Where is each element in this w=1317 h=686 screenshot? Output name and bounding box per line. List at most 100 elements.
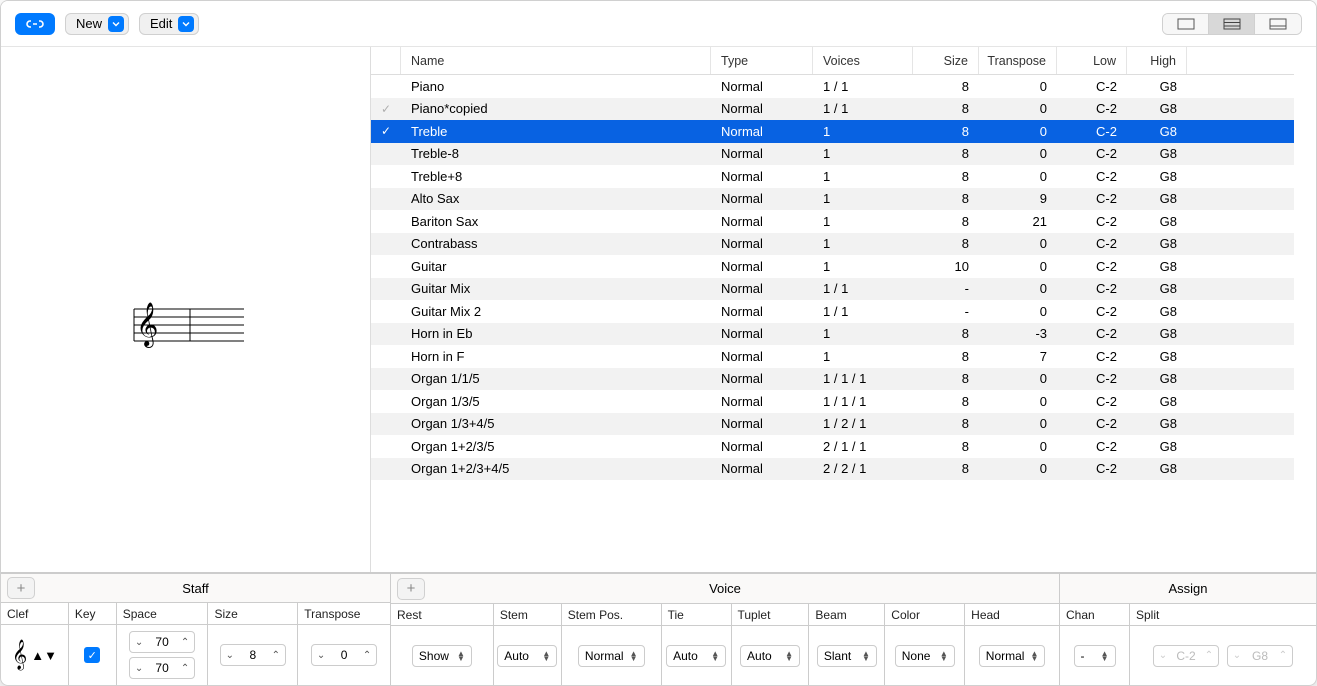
col-voices[interactable]: Voices xyxy=(813,47,913,74)
assign-section: Assign Chan Split - ▲▼ ⌄ C-2 ⌃ xyxy=(1060,574,1316,685)
table-row[interactable]: Organ 1+2/3/5Normal2 / 1 / 180C-2G8 xyxy=(371,435,1294,458)
table-row[interactable]: Alto SaxNormal189C-2G8 xyxy=(371,188,1294,211)
link-button[interactable] xyxy=(15,13,55,35)
cell-high: G8 xyxy=(1127,439,1187,454)
stempos-popup[interactable]: Normal▲▼ xyxy=(578,645,645,667)
chevron-up-icon[interactable]: ⌃ xyxy=(358,650,376,661)
cell-transpose: -3 xyxy=(979,326,1057,341)
cell-transpose: 0 xyxy=(979,439,1057,454)
staff-col-key: Key xyxy=(69,603,117,624)
head-popup[interactable]: Normal▲▼ xyxy=(979,645,1046,667)
table-row[interactable]: Organ 1/3+4/5Normal1 / 2 / 180C-2G8 xyxy=(371,413,1294,436)
cell-transpose: 9 xyxy=(979,191,1057,206)
new-button[interactable]: New xyxy=(65,13,129,35)
table-row[interactable]: GuitarNormal1100C-2G8 xyxy=(371,255,1294,278)
cell-low: C-2 xyxy=(1057,304,1127,319)
col-high[interactable]: High xyxy=(1127,47,1187,74)
cell-transpose: 0 xyxy=(979,416,1057,431)
col-name[interactable]: Name xyxy=(401,47,711,74)
chevron-down-icon xyxy=(178,16,194,32)
table-row[interactable]: Treble-8Normal180C-2G8 xyxy=(371,143,1294,166)
table-row[interactable]: Guitar MixNormal1 / 1-0C-2G8 xyxy=(371,278,1294,301)
table-row[interactable]: Organ 1+2/3+4/5Normal2 / 2 / 180C-2G8 xyxy=(371,458,1294,481)
cell-high: G8 xyxy=(1127,101,1187,116)
cell-transpose: 0 xyxy=(979,124,1057,139)
staff-title: Staff xyxy=(1,581,390,596)
cell-high: G8 xyxy=(1127,124,1187,139)
view-bottom-button[interactable] xyxy=(1255,14,1301,34)
cell-voices: 1 / 2 / 1 xyxy=(813,416,913,431)
split-high-stepper[interactable]: ⌄ G8 ⌃ xyxy=(1227,645,1293,667)
cell-name: Organ 1+2/3+4/5 xyxy=(401,461,711,476)
chan-popup[interactable]: - ▲▼ xyxy=(1074,645,1116,667)
chevron-down-icon[interactable]: ⌄ xyxy=(130,637,148,648)
voice-col-stempos: Stem Pos. xyxy=(562,604,662,625)
key-checkbox[interactable]: ✓ xyxy=(84,647,100,663)
tie-popup[interactable]: Auto▲▼ xyxy=(666,645,726,667)
col-type[interactable]: Type xyxy=(711,47,813,74)
cell-voices: 1 xyxy=(813,146,913,161)
chevron-up-icon[interactable]: ⌃ xyxy=(1274,650,1292,661)
treble-clef-icon: 𝄞 xyxy=(12,640,27,671)
space-top-stepper[interactable]: ⌄ 70 ⌃ xyxy=(129,631,195,653)
cell-name: Piano*copied xyxy=(401,101,711,116)
cell-transpose: 0 xyxy=(979,169,1057,184)
cell-low: C-2 xyxy=(1057,169,1127,184)
table-row[interactable]: Guitar Mix 2Normal1 / 1-0C-2G8 xyxy=(371,300,1294,323)
cell-size: 8 xyxy=(913,79,979,94)
rest-popup[interactable]: Show▲▼ xyxy=(412,645,472,667)
cell-type: Normal xyxy=(711,236,813,251)
table-row[interactable]: Organ 1/1/5Normal1 / 1 / 180C-2G8 xyxy=(371,368,1294,391)
table-row[interactable]: Horn in FNormal187C-2G8 xyxy=(371,345,1294,368)
chevron-down-icon[interactable]: ⌄ xyxy=(130,663,148,674)
table-row[interactable]: Horn in EbNormal18-3C-2G8 xyxy=(371,323,1294,346)
space-bottom-stepper[interactable]: ⌄ 70 ⌃ xyxy=(129,657,195,679)
cell-voices: 1 xyxy=(813,191,913,206)
col-size[interactable]: Size xyxy=(913,47,979,74)
table-row[interactable]: ContrabassNormal180C-2G8 xyxy=(371,233,1294,256)
chevron-down-icon[interactable]: ⌄ xyxy=(1154,650,1172,661)
chevron-up-icon[interactable]: ⌃ xyxy=(267,650,285,661)
chevron-up-icon[interactable]: ⌃ xyxy=(1200,650,1218,661)
col-transpose[interactable]: Transpose xyxy=(979,47,1057,74)
clef-select[interactable]: 𝄞 ▲▼ xyxy=(11,639,58,672)
cell-high: G8 xyxy=(1127,281,1187,296)
col-low[interactable]: Low xyxy=(1057,47,1127,74)
cell-transpose: 0 xyxy=(979,304,1057,319)
cell-name: Guitar Mix 2 xyxy=(401,304,711,319)
cell-voices: 1 / 1 xyxy=(813,281,913,296)
cell-size: 8 xyxy=(913,236,979,251)
cell-size: 8 xyxy=(913,439,979,454)
chevron-down-icon[interactable]: ⌄ xyxy=(221,650,239,661)
color-popup[interactable]: None▲▼ xyxy=(895,645,955,667)
size-stepper[interactable]: ⌄ 8 ⌃ xyxy=(220,644,286,666)
voice-add-button[interactable]: + xyxy=(397,578,425,600)
cell-high: G8 xyxy=(1127,416,1187,431)
cell-transpose: 0 xyxy=(979,461,1057,476)
table-row[interactable]: Bariton SaxNormal1821C-2G8 xyxy=(371,210,1294,233)
chevron-down-icon[interactable]: ⌄ xyxy=(1228,650,1246,661)
transpose-stepper[interactable]: ⌄ 0 ⌃ xyxy=(311,644,377,666)
table-row[interactable]: PianoNormal1 / 180C-2G8 xyxy=(371,75,1294,98)
staff-add-button[interactable]: + xyxy=(7,577,35,599)
cell-name: Organ 1/3/5 xyxy=(401,394,711,409)
view-single-button[interactable] xyxy=(1163,14,1209,34)
table-row[interactable]: Treble+8Normal180C-2G8 xyxy=(371,165,1294,188)
table-row[interactable]: ✓Piano*copiedNormal1 / 180C-2G8 xyxy=(371,98,1294,121)
tuplet-popup[interactable]: Auto▲▼ xyxy=(740,645,800,667)
split-low-stepper[interactable]: ⌄ C-2 ⌃ xyxy=(1153,645,1219,667)
edit-button[interactable]: Edit xyxy=(139,13,199,35)
chevron-up-icon[interactable]: ⌃ xyxy=(176,663,194,674)
table-row[interactable]: Organ 1/3/5Normal1 / 1 / 180C-2G8 xyxy=(371,390,1294,413)
updown-icon: ▲▼ xyxy=(862,651,870,661)
cell-type: Normal xyxy=(711,394,813,409)
stem-popup[interactable]: Auto▲▼ xyxy=(497,645,557,667)
table-row[interactable]: ✓TrebleNormal180C-2G8 xyxy=(371,120,1294,143)
assign-title: Assign xyxy=(1060,581,1316,596)
cell-low: C-2 xyxy=(1057,236,1127,251)
view-list-button[interactable] xyxy=(1209,14,1255,34)
staff-col-space: Space xyxy=(117,603,209,624)
beam-popup[interactable]: Slant▲▼ xyxy=(817,645,877,667)
chevron-down-icon[interactable]: ⌄ xyxy=(312,650,330,661)
chevron-up-icon[interactable]: ⌃ xyxy=(176,637,194,648)
